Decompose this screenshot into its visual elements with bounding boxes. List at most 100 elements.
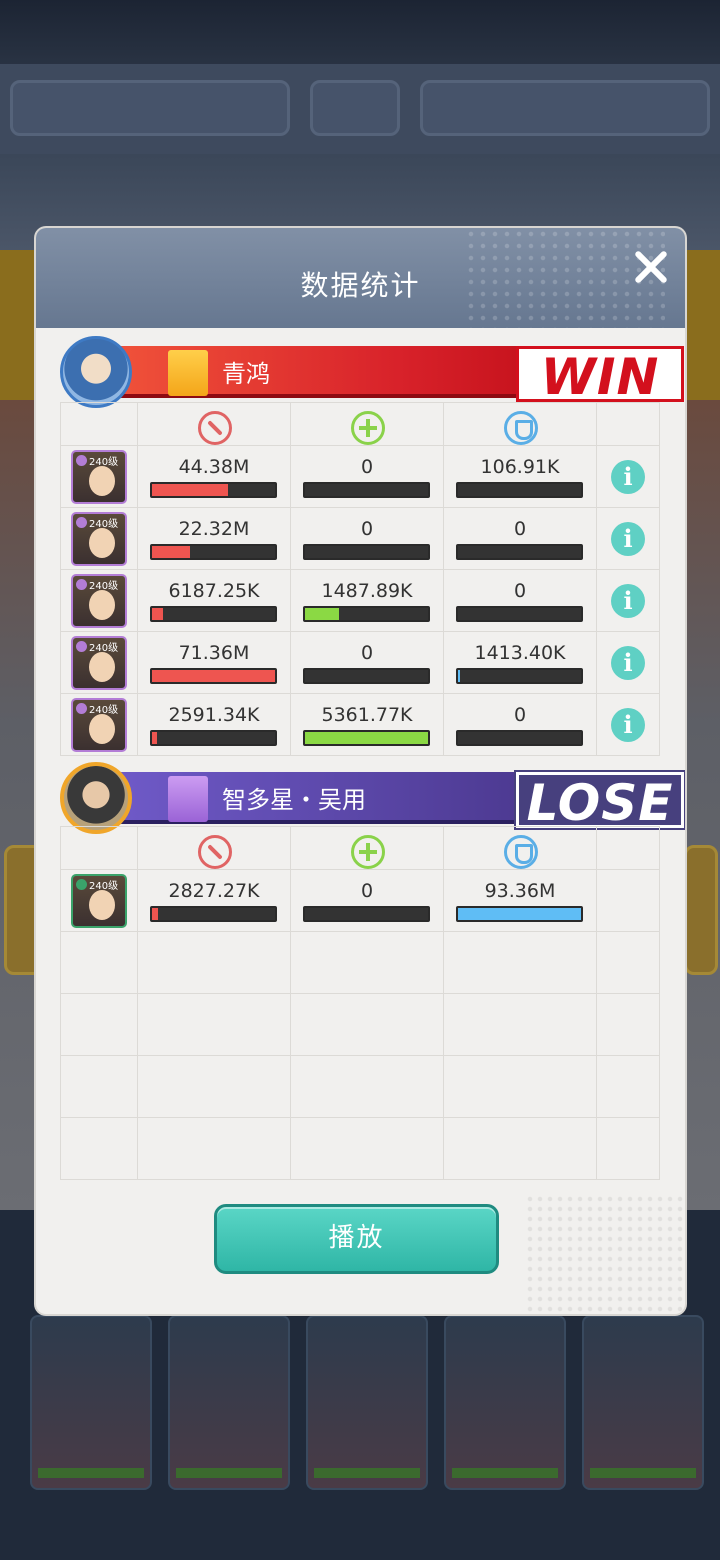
shield-cell: 1413.40K [444,632,597,693]
shield-bar [456,482,583,498]
damage-bar [150,668,277,684]
empty-row [60,1056,660,1118]
bg-yellow-left [0,250,40,400]
info-cell: i [597,632,660,693]
damage-bar-fill [152,546,191,558]
empty-cell [138,1056,291,1117]
shield-value: 0 [513,518,527,540]
hero-portrait[interactable]: 240级 [71,636,127,690]
heal-cell: 0 [291,508,444,569]
empty-cell [138,994,291,1055]
bg-hero-card [30,1315,152,1490]
shield-cell: 0 [444,508,597,569]
hero-level: 240级 [89,457,119,468]
shield-cell: 0 [444,694,597,755]
hero-portrait[interactable]: 240级 [71,512,127,566]
shield-value: 93.36M [484,880,556,902]
header-cell [138,403,291,445]
rank-gem-icon [76,879,87,890]
hero-row: 240级 22.32M 0 0 i [60,508,660,570]
heal-bar [303,482,430,498]
empty-cell [60,1056,138,1117]
header-cell [138,827,291,869]
hero-level: 240级 [89,705,119,716]
info-cell: i [597,508,660,569]
bg-hero-card [582,1315,704,1490]
info-icon[interactable]: i [611,584,645,618]
heal-cell: 5361.77K [291,694,444,755]
winner-team-name: 青鸿 [222,360,270,388]
heal-bar [303,606,430,622]
hero-face [89,652,115,682]
hero-portrait[interactable]: 240级 [71,698,127,752]
heal-value: 0 [360,456,374,478]
damage-cell: 2591.34K [138,694,291,755]
header-cell [291,827,444,869]
loser-stats-table: 240级 2827.27K 0 93.36M [60,826,660,1180]
shield-value: 0 [513,704,527,726]
empty-cell [291,994,444,1055]
heal-cell: 0 [291,632,444,693]
shield-bar [456,606,583,622]
info-icon[interactable]: i [611,522,645,556]
empty-cell [138,932,291,993]
info-icon[interactable]: i [611,646,645,680]
hero-face [89,466,115,496]
info-cell: i [597,446,660,507]
hero-portrait[interactable]: 240级 [71,450,127,504]
damage-bar-fill [152,908,159,920]
shield-value: 0 [513,580,527,602]
lose-label: LOSE [514,770,685,831]
empty-cell [597,1056,660,1117]
info-icon[interactable]: i [611,708,645,742]
bg-tab-left [10,80,290,136]
bg-hero-card [306,1315,428,1490]
hero-face [89,714,115,744]
shield-bar-fill [458,670,461,682]
heal-cell: 1487.89K [291,570,444,631]
rank-gem-icon [76,703,87,714]
rank-gem-icon [76,455,87,466]
heal-cell: 0 [291,446,444,507]
hero-row: 240级 2591.34K 5361.77K 0 i [60,694,660,756]
rank-gem-icon [76,579,87,590]
bg-tab-right [420,80,710,136]
bg-hero-card [168,1315,290,1490]
empty-cell [444,932,597,993]
hero-portrait-cell: 240级 [60,446,138,507]
damage-bar [150,544,277,560]
empty-row [60,932,660,994]
empty-cell [444,1118,597,1179]
header-cell [597,827,660,869]
empty-cell [597,1118,660,1179]
winner-banner: 青鸿 WIN [60,336,684,408]
close-icon[interactable] [628,244,674,290]
win-label: WIN [516,346,684,405]
empty-row [60,1118,660,1180]
damage-cell: 71.36M [138,632,291,693]
damage-cell: 22.32M [138,508,291,569]
modal-title: 数据统计 [300,269,421,302]
header-cell [597,403,660,445]
empty-cell [291,932,444,993]
damage-icon [198,835,232,869]
info-cell: i [597,694,660,755]
shield-bar [456,906,583,922]
hero-portrait-cell: 240级 [60,570,138,631]
bg-yellow-right [684,250,720,400]
loser-avatar [60,762,132,834]
damage-value: 22.32M [178,518,250,540]
hero-row: 240级 44.38M 0 106.91K i [60,446,660,508]
hero-portrait[interactable]: 240级 [71,574,127,628]
damage-icon [198,411,232,445]
shield-bar-fill [458,908,581,920]
damage-bar [150,730,277,746]
modal-header: 数据统计 [36,228,685,328]
hero-portrait[interactable]: 240级 [71,874,127,928]
info-icon[interactable]: i [611,460,645,494]
empty-row [60,994,660,1056]
play-button[interactable]: 播放 [214,1204,499,1274]
heal-value: 5361.77K [321,704,413,726]
damage-value: 6187.25K [168,580,260,602]
loser-banner: 智多星・吴用 LOSE [60,762,685,834]
